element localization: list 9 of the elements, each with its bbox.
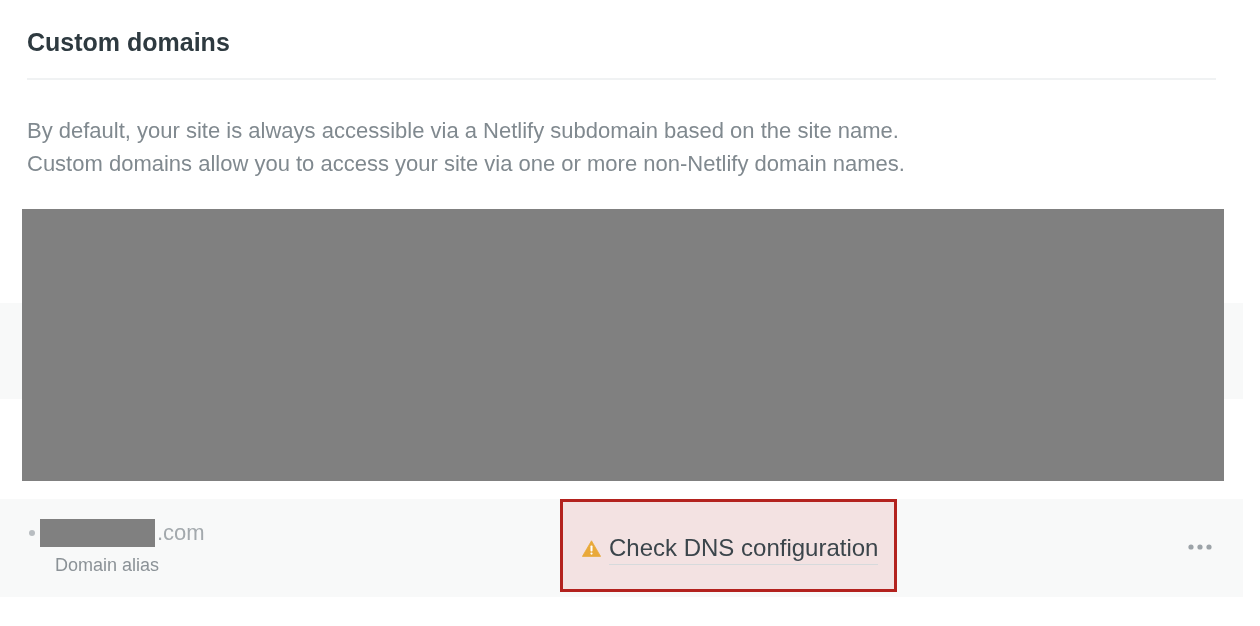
dns-check-link[interactable]: Check DNS configuration	[609, 533, 879, 565]
description-text: By default, your site is always accessible via a Netlify subdomain based on the site name.	[27, 117, 899, 145]
more-options-button[interactable]	[1188, 544, 1212, 550]
domain-name: .com	[156, 519, 205, 547]
domain-role: Domain alias	[55, 554, 160, 577]
section-title: Custom domains	[27, 28, 230, 56]
more-icon	[1188, 544, 1212, 550]
description-text: Custom domains allow you to access your site via one or more non-Netlify domain names.	[27, 150, 905, 178]
warning-icon	[582, 539, 601, 557]
